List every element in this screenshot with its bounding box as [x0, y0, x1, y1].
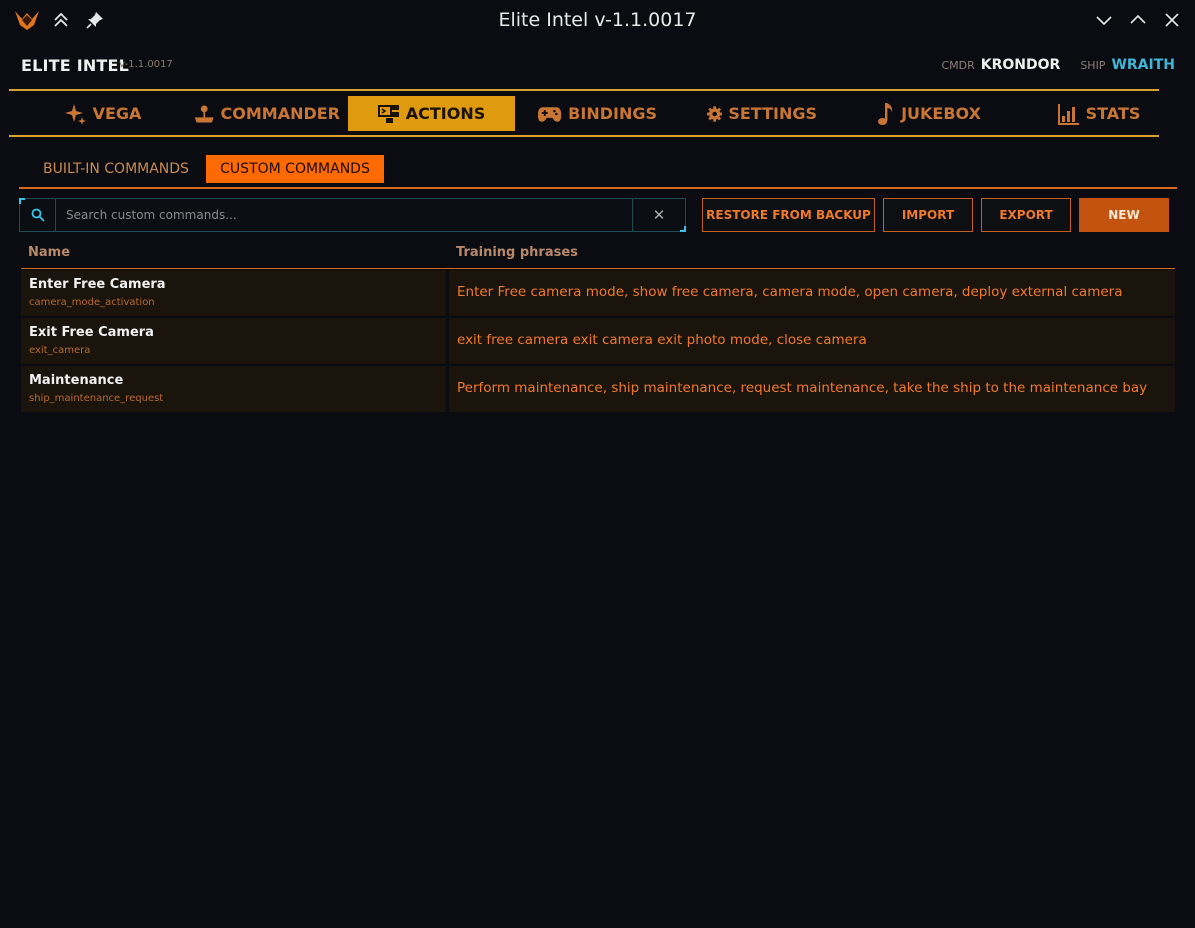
- ship-name: WRAITH: [1111, 57, 1175, 73]
- command-id: ship_maintenance_request: [29, 393, 164, 404]
- column-header-name: Name: [28, 245, 71, 260]
- table-row[interactable]: Enter Free Camera camera_mode_activation…: [21, 269, 1175, 317]
- close-icon[interactable]: [1155, 8, 1189, 32]
- tab-vega[interactable]: VEGA: [59, 96, 147, 131]
- custom-commands-table: Name Training phrases Enter Free Camera …: [21, 244, 1175, 413]
- tab-bindings[interactable]: BINDINGS: [537, 96, 657, 131]
- training-phrases: Perform maintenance, ship maintenance, r…: [457, 380, 1148, 396]
- sparkle-icon: [64, 103, 86, 125]
- command-name: Enter Free Camera: [29, 277, 166, 292]
- command-subtabs: BUILT-IN COMMANDS CUSTOM COMMANDS: [19, 155, 1177, 189]
- training-phrases: exit free camera exit camera exit photo …: [457, 332, 867, 348]
- tab-label: BINDINGS: [568, 104, 657, 123]
- search-input[interactable]: [66, 205, 626, 225]
- tab-label: COMMANDER: [220, 104, 341, 123]
- command-name: Exit Free Camera: [29, 325, 154, 340]
- app-header: ELITE INTEL v-1.1.0017 CMDR KRONDOR SHIP…: [21, 56, 1175, 78]
- tab-label: ACTIONS: [405, 104, 486, 123]
- main-nav: VEGA COMMANDER ACTIONS BINDINGS SETTINGS…: [9, 89, 1159, 137]
- title-bar: Elite Intel v-1.1.0017: [0, 0, 1195, 40]
- app-logo-icon: [10, 8, 44, 32]
- subtab-custom-commands[interactable]: CUSTOM COMMANDS: [206, 155, 384, 183]
- window-controls: [1087, 8, 1189, 32]
- export-button[interactable]: EXPORT: [981, 198, 1071, 232]
- tab-stats[interactable]: STATS: [1049, 96, 1149, 131]
- cmdr-name: KRONDOR: [980, 57, 1061, 73]
- minimize-icon[interactable]: [1087, 8, 1121, 32]
- training-phrases: Enter Free camera mode, show free camera…: [457, 284, 1123, 300]
- maximize-icon[interactable]: [1121, 8, 1155, 32]
- pin-icon[interactable]: [78, 8, 112, 32]
- table-row[interactable]: Exit Free Camera exit_camera exit free c…: [21, 317, 1175, 365]
- gamepad-icon: [537, 106, 562, 122]
- subtab-built-in-commands[interactable]: BUILT-IN COMMANDS: [31, 155, 201, 183]
- command-name: Maintenance: [29, 373, 124, 388]
- tab-settings[interactable]: SETTINGS: [707, 96, 817, 131]
- tab-label: JUKEBOX: [901, 104, 981, 123]
- command-name-cell: Enter Free Camera camera_mode_activation: [21, 270, 446, 316]
- cmdr-label: CMDR: [941, 59, 975, 72]
- new-command-button[interactable]: NEW: [1079, 198, 1169, 232]
- bar-chart-icon: [1057, 103, 1079, 125]
- search-box: ✕: [19, 198, 686, 232]
- tab-label: VEGA: [92, 104, 142, 123]
- title-bar-left: [10, 8, 112, 32]
- commander-info: CMDR KRONDOR SHIP WRAITH: [941, 57, 1175, 73]
- command-id: camera_mode_activation: [29, 297, 155, 308]
- tab-actions[interactable]: ACTIONS: [348, 96, 515, 131]
- command-name-cell: Maintenance ship_maintenance_request: [21, 366, 446, 412]
- ship-label: SHIP: [1080, 59, 1106, 72]
- command-name-cell: Exit Free Camera exit_camera: [21, 318, 446, 364]
- commands-icon: [377, 104, 399, 123]
- column-header-training-phrases: Training phrases: [456, 245, 578, 260]
- tab-label: STATS: [1085, 104, 1141, 123]
- tab-commander[interactable]: COMMANDER: [194, 96, 340, 131]
- app-version: v-1.1.0017: [119, 59, 173, 70]
- table-header: Name Training phrases: [21, 244, 1175, 269]
- app-window: Elite Intel v-1.1.0017 ELITE INTEL v-1.1…: [0, 0, 1195, 928]
- gear-icon: [707, 105, 723, 122]
- search-icon: [20, 199, 56, 231]
- window-title: Elite Intel v-1.1.0017: [498, 9, 697, 31]
- tab-jukebox[interactable]: JUKEBOX: [875, 96, 983, 131]
- training-phrases-cell: Enter Free camera mode, show free camera…: [449, 270, 1175, 316]
- training-phrases-cell: exit free camera exit camera exit photo …: [449, 318, 1175, 364]
- music-note-icon: [878, 102, 893, 125]
- brand-name: ELITE INTEL: [21, 56, 130, 75]
- command-id: exit_camera: [29, 345, 91, 356]
- training-phrases-cell: Perform maintenance, ship maintenance, r…: [449, 366, 1175, 412]
- import-button[interactable]: IMPORT: [883, 198, 973, 232]
- tab-label: SETTINGS: [728, 104, 817, 123]
- collapse-up-icon[interactable]: [44, 8, 78, 32]
- joystick-icon: [194, 104, 214, 123]
- table-row[interactable]: Maintenance ship_maintenance_request Per…: [21, 365, 1175, 413]
- restore-from-backup-button[interactable]: RESTORE FROM BACKUP: [702, 198, 875, 232]
- clear-search-icon[interactable]: ✕: [632, 199, 685, 231]
